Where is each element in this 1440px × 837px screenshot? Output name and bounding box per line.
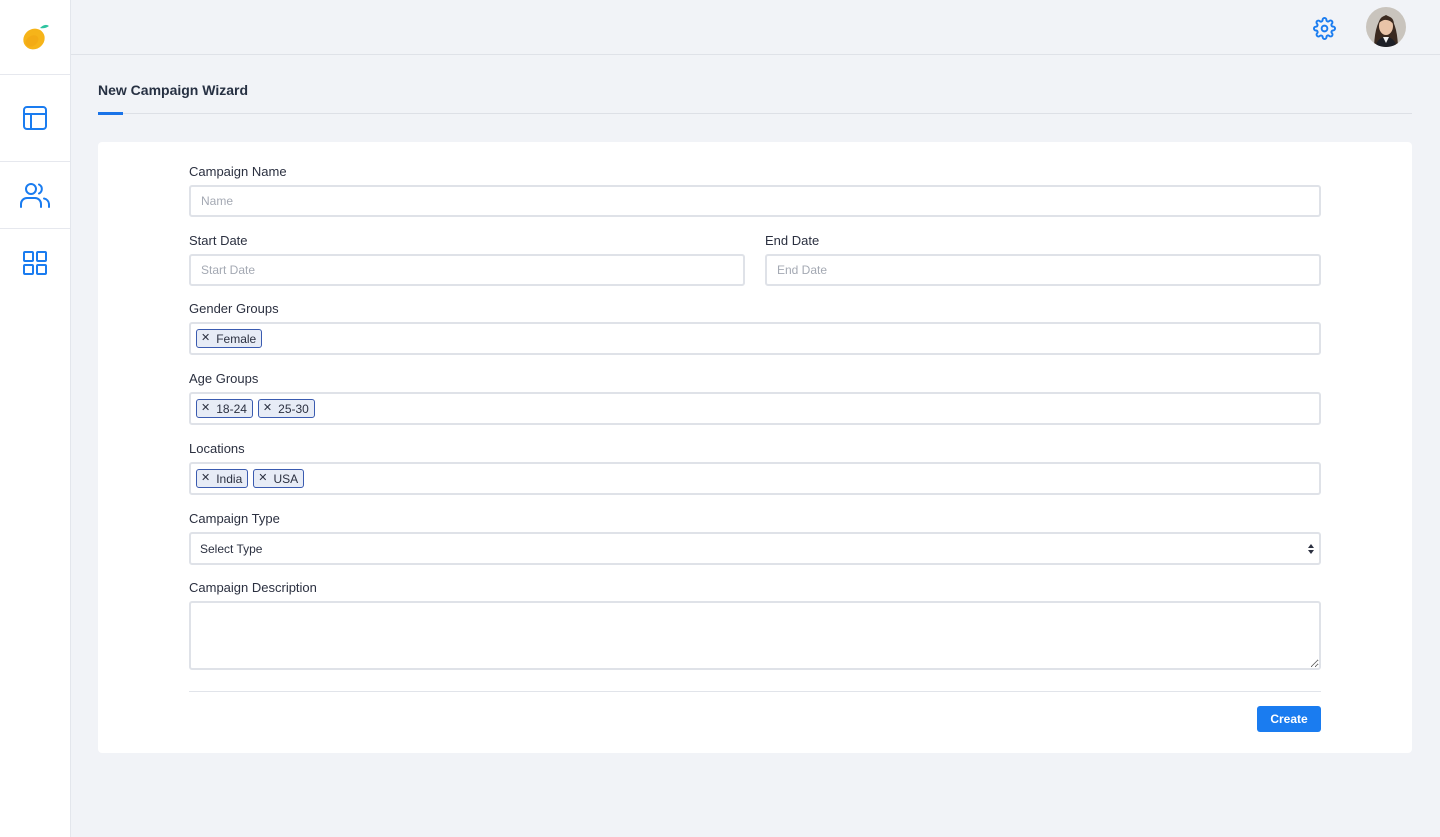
select-arrows-icon <box>1308 544 1314 554</box>
sidebar-item-users[interactable] <box>0 162 70 229</box>
active-tab-indicator <box>98 112 123 115</box>
sidebar <box>0 0 71 837</box>
tag-chip: ✕ 18-24 <box>196 399 253 418</box>
form-divider <box>189 691 1321 692</box>
tag-chip: ✕ Female <box>196 329 263 348</box>
start-date-label: Start Date <box>189 233 248 248</box>
user-avatar-icon <box>1366 7 1406 47</box>
mango-logo-icon <box>23 24 49 50</box>
campaign-name-label: Campaign Name <box>189 164 287 179</box>
gender-groups-input[interactable]: ✕ Female <box>189 322 1321 355</box>
end-date-label: End Date <box>765 233 820 248</box>
tag-chip: ✕ 25-30 <box>257 399 315 418</box>
campaign-description-textarea[interactable] <box>189 601 1321 670</box>
gender-groups-label: Gender Groups <box>189 301 279 316</box>
sidebar-item-dashboard[interactable] <box>0 75 70 162</box>
remove-tag-icon[interactable]: ✕ <box>201 403 210 414</box>
logo[interactable] <box>0 0 70 75</box>
campaign-type-label: Campaign Type <box>189 511 280 526</box>
locations-label: Locations <box>189 441 245 456</box>
users-icon <box>20 183 50 208</box>
locations-input[interactable]: ✕ India ✕ USA <box>189 462 1321 495</box>
end-date-input[interactable] <box>765 254 1321 286</box>
tag-chip: ✕ India <box>196 469 249 488</box>
remove-tag-icon[interactable]: ✕ <box>263 403 272 414</box>
remove-tag-icon[interactable]: ✕ <box>258 473 267 484</box>
campaign-type-select[interactable]: Select Type <box>189 532 1321 565</box>
layout-icon <box>23 106 47 130</box>
start-date-input[interactable] <box>189 254 745 286</box>
campaign-description-label: Campaign Description <box>189 580 317 595</box>
avatar[interactable] <box>1366 7 1406 47</box>
campaign-form-card: Campaign Name Start Date End Date Gender… <box>98 142 1412 753</box>
tag-chip: ✕ USA <box>253 469 305 488</box>
age-groups-label: Age Groups <box>189 371 259 386</box>
topbar <box>71 0 1440 55</box>
gear-icon[interactable] <box>1313 17 1336 40</box>
sidebar-item-apps[interactable] <box>0 229 70 296</box>
campaign-name-input[interactable] <box>189 185 1321 217</box>
title-divider <box>98 113 1412 114</box>
campaign-type-value: Select Type <box>200 541 263 556</box>
age-groups-input[interactable]: ✕ 18-24 ✕ 25-30 <box>189 392 1321 425</box>
remove-tag-icon[interactable]: ✕ <box>201 333 210 344</box>
create-button[interactable]: Create <box>1257 706 1321 732</box>
grid-icon <box>23 250 47 275</box>
page-title: New Campaign Wizard <box>98 82 249 98</box>
remove-tag-icon[interactable]: ✕ <box>201 473 210 484</box>
